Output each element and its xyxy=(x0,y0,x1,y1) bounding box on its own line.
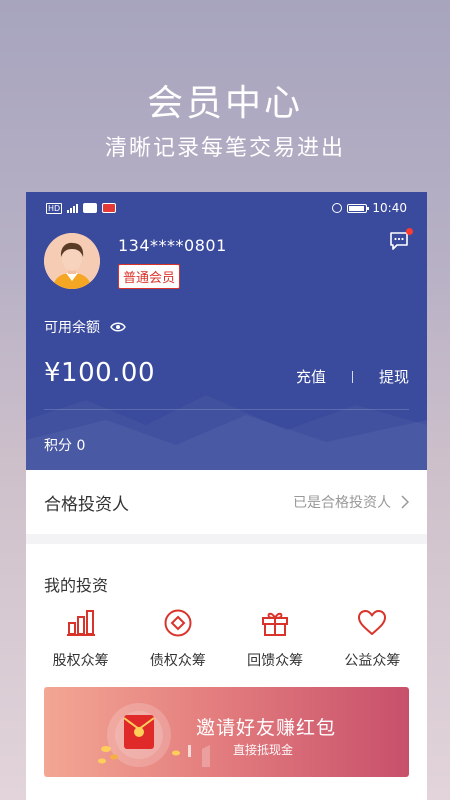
bar-chart-icon xyxy=(66,610,95,636)
target-icon xyxy=(164,609,192,637)
qualified-investor-status-wrap: 已是合格投资人 xyxy=(293,492,409,512)
investment-item-label: 公益众筹 xyxy=(344,653,401,669)
red-envelope-icon xyxy=(98,703,210,767)
mountain-decoration xyxy=(26,395,427,470)
member-level-badge: 普通会员 xyxy=(118,264,181,289)
charity-crowdfunding-item[interactable]: 公益众筹 xyxy=(327,608,417,670)
qualified-investor-title: 合格投资人 xyxy=(44,494,129,515)
phone-number: 134****0801 xyxy=(118,236,227,255)
debt-crowdfunding-item[interactable]: 债权众筹 xyxy=(133,608,223,670)
status-bar: HD 10:40 xyxy=(46,200,407,216)
balance-label: 可用余额 xyxy=(44,320,100,336)
banner-subtitle: 直接抵现金 xyxy=(233,743,294,757)
balance-label-row: 可用余额 xyxy=(44,317,126,337)
action-separator xyxy=(351,370,353,383)
chevron-right-icon xyxy=(401,495,409,509)
status-time: 10:40 xyxy=(372,201,407,215)
account-header: HD 10:40 134****0801 普通会员 可用余额 ¥100.00 充… xyxy=(26,192,427,470)
reward-crowdfunding-item[interactable]: 回馈众筹 xyxy=(230,608,320,670)
heart-icon xyxy=(358,610,387,635)
my-investments-title: 我的投资 xyxy=(44,576,109,595)
message-icon[interactable] xyxy=(389,232,409,250)
gift-icon xyxy=(262,612,289,636)
points-value: 积分 0 xyxy=(44,438,86,454)
header-divider xyxy=(44,409,409,410)
promo-title: 会员中心 xyxy=(146,83,303,124)
alarm-icon xyxy=(332,203,343,213)
investment-categories: 股权众筹 债权众筹 回馈众筹 公益众筹 xyxy=(26,608,427,670)
app-notification-icon xyxy=(102,203,117,213)
eye-icon[interactable] xyxy=(110,321,126,333)
promo-subtitle: 清晰记录每笔交易进出 xyxy=(104,136,345,161)
investment-item-label: 股权众筹 xyxy=(52,653,109,669)
withdraw-button[interactable]: 提现 xyxy=(379,366,409,387)
my-investments-card: 我的投资 股权众筹 债权众筹 回馈众筹 公益众筹 邀请好友赚红包 直接抵现金 xyxy=(26,544,427,800)
signal-icon xyxy=(67,203,79,213)
equity-crowdfunding-item[interactable]: 股权众筹 xyxy=(36,608,126,670)
investment-item-label: 回馈众筹 xyxy=(247,653,304,669)
invite-friends-banner[interactable]: 邀请好友赚红包 直接抵现金 xyxy=(44,687,409,777)
phone-screen: HD 10:40 134****0801 普通会员 可用余额 ¥100.00 充… xyxy=(26,192,427,800)
user-avatar-icon[interactable] xyxy=(44,233,100,289)
balance-amount: ¥100.00 xyxy=(44,358,156,388)
recharge-button[interactable]: 充值 xyxy=(296,366,326,387)
battery-icon xyxy=(347,203,370,213)
investment-item-label: 债权众筹 xyxy=(149,653,206,669)
qualified-investor-status: 已是合格投资人 xyxy=(293,495,391,511)
hd-indicator: HD xyxy=(46,202,63,214)
unread-dot xyxy=(406,228,413,235)
balance-actions: 充值 提现 xyxy=(296,366,409,387)
qualified-investor-row[interactable]: 合格投资人 已是合格投资人 xyxy=(26,470,427,534)
banner-title: 邀请好友赚红包 xyxy=(196,717,337,739)
wechat-icon xyxy=(83,203,98,213)
